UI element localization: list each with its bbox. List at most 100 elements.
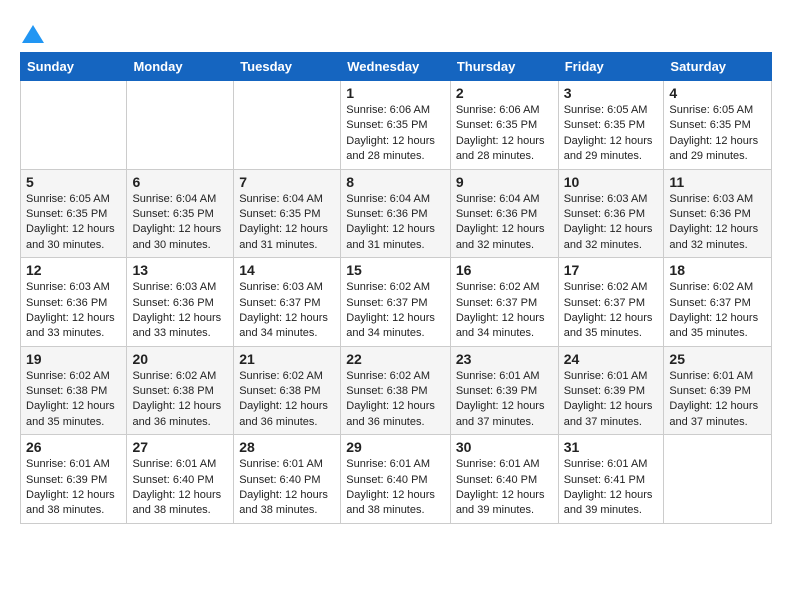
- calendar-cell: 21Sunrise: 6:02 AM Sunset: 6:38 PM Dayli…: [234, 346, 341, 435]
- day-number: 9: [456, 174, 553, 190]
- weekday-header-wednesday: Wednesday: [341, 53, 451, 81]
- calendar-week-row: 26 Sunrise: 6:01 AM Sunset: 6:39 PM Dayli…: [21, 435, 772, 524]
- day-detail: Sunrise: 6:01 AM Sunset: 6:41 PM Dayligh…: [564, 457, 659, 519]
- day-detail: Sunrise: 6:03 AM Sunset: 6:37 PM Dayligh…: [239, 280, 335, 342]
- calendar-table: SundayMondayTuesdayWednesdayThursdayFrid…: [20, 52, 772, 524]
- day-detail: Sunrise: 6:02 AM Sunset: 6:37 PM Dayligh…: [669, 280, 766, 342]
- calendar-week-row: 1 Sunrise: 6:06 AM Sunset: 6:35 PM Daylig…: [21, 81, 772, 170]
- calendar-cell: 30 Sunrise: 6:01 AM Sunset: 6:40 PM Dayli…: [450, 435, 558, 524]
- day-number: 5: [26, 174, 121, 190]
- day-number: 12: [26, 262, 121, 278]
- day-detail: Sunrise: 6:03 AM Sunset: 6:36 PM Dayligh…: [26, 280, 121, 342]
- day-number: 4: [669, 85, 766, 101]
- day-number: 23: [456, 351, 553, 367]
- calendar-cell: 3Sunrise: 6:05 AM Sunset: 6:35 PM Daylig…: [558, 81, 664, 170]
- day-detail: Sunrise: 6:01 AM Sunset: 6:39 PM Dayligh…: [669, 369, 766, 431]
- day-number: 29: [346, 439, 445, 455]
- calendar-cell: 14 Sunrise: 6:03 AM Sunset: 6:37 PM Dayli…: [234, 258, 341, 347]
- calendar-cell: 19Sunrise: 6:02 AM Sunset: 6:38 PM Dayli…: [21, 346, 127, 435]
- weekday-header-friday: Friday: [558, 53, 664, 81]
- day-number: 2: [456, 85, 553, 101]
- day-number: 19: [26, 351, 121, 367]
- calendar-cell: 18Sunrise: 6:02 AM Sunset: 6:37 PM Dayli…: [664, 258, 772, 347]
- calendar-cell: 25Sunrise: 6:01 AM Sunset: 6:39 PM Dayli…: [664, 346, 772, 435]
- day-detail: Sunrise: 6:02 AM Sunset: 6:37 PM Dayligh…: [456, 280, 553, 342]
- calendar-cell: 6 Sunrise: 6:04 AM Sunset: 6:35 PM Daylig…: [127, 169, 234, 258]
- day-number: 3: [564, 85, 659, 101]
- weekday-header-sunday: Sunday: [21, 53, 127, 81]
- calendar-cell: 20 Sunrise: 6:02 AM Sunset: 6:38 PM Dayli…: [127, 346, 234, 435]
- day-detail: Sunrise: 6:03 AM Sunset: 6:36 PM Dayligh…: [564, 192, 659, 254]
- calendar-cell: 4 Sunrise: 6:05 AM Sunset: 6:35 PM Daylig…: [664, 81, 772, 170]
- weekday-header-row: SundayMondayTuesdayWednesdayThursdayFrid…: [21, 53, 772, 81]
- day-detail: Sunrise: 6:05 AM Sunset: 6:35 PM Dayligh…: [669, 103, 766, 165]
- weekday-header-monday: Monday: [127, 53, 234, 81]
- day-detail: Sunrise: 6:01 AM Sunset: 6:40 PM Dayligh…: [239, 457, 335, 519]
- weekday-header-tuesday: Tuesday: [234, 53, 341, 81]
- calendar-cell: 12 Sunrise: 6:03 AM Sunset: 6:36 PM Dayli…: [21, 258, 127, 347]
- calendar-cell: [21, 81, 127, 170]
- calendar-header: [20, 20, 772, 42]
- calendar-week-row: 5 Sunrise: 6:05 AM Sunset: 6:35 PM Daylig…: [21, 169, 772, 258]
- day-number: 26: [26, 439, 121, 455]
- calendar-cell: 16Sunrise: 6:02 AM Sunset: 6:37 PM Dayli…: [450, 258, 558, 347]
- calendar-cell: 15Sunrise: 6:02 AM Sunset: 6:37 PM Dayli…: [341, 258, 451, 347]
- day-detail: Sunrise: 6:01 AM Sunset: 6:40 PM Dayligh…: [456, 457, 553, 519]
- day-detail: Sunrise: 6:03 AM Sunset: 6:36 PM Dayligh…: [132, 280, 228, 342]
- day-number: 1: [346, 85, 445, 101]
- day-detail: Sunrise: 6:01 AM Sunset: 6:40 PM Dayligh…: [132, 457, 228, 519]
- calendar-cell: 17 Sunrise: 6:02 AM Sunset: 6:37 PM Dayli…: [558, 258, 664, 347]
- calendar-cell: 26 Sunrise: 6:01 AM Sunset: 6:39 PM Dayli…: [21, 435, 127, 524]
- calendar-cell: 1 Sunrise: 6:06 AM Sunset: 6:35 PM Daylig…: [341, 81, 451, 170]
- day-number: 31: [564, 439, 659, 455]
- day-detail: Sunrise: 6:04 AM Sunset: 6:35 PM Dayligh…: [132, 192, 228, 254]
- day-detail: Sunrise: 6:05 AM Sunset: 6:35 PM Dayligh…: [26, 192, 121, 254]
- weekday-header-thursday: Thursday: [450, 53, 558, 81]
- calendar-cell: [127, 81, 234, 170]
- calendar-cell: [664, 435, 772, 524]
- day-number: 8: [346, 174, 445, 190]
- day-detail: Sunrise: 6:06 AM Sunset: 6:35 PM Dayligh…: [346, 103, 445, 165]
- calendar-cell: [234, 81, 341, 170]
- day-detail: Sunrise: 6:02 AM Sunset: 6:38 PM Dayligh…: [346, 369, 445, 431]
- day-number: 24: [564, 351, 659, 367]
- calendar-cell: 10 Sunrise: 6:03 AM Sunset: 6:36 PM Dayli…: [558, 169, 664, 258]
- day-number: 28: [239, 439, 335, 455]
- day-detail: Sunrise: 6:01 AM Sunset: 6:39 PM Dayligh…: [26, 457, 121, 519]
- calendar-cell: 28 Sunrise: 6:01 AM Sunset: 6:40 PM Dayli…: [234, 435, 341, 524]
- day-number: 17: [564, 262, 659, 278]
- day-detail: Sunrise: 6:02 AM Sunset: 6:38 PM Dayligh…: [239, 369, 335, 431]
- calendar-cell: 8Sunrise: 6:04 AM Sunset: 6:36 PM Daylig…: [341, 169, 451, 258]
- calendar-cell: 9 Sunrise: 6:04 AM Sunset: 6:36 PM Daylig…: [450, 169, 558, 258]
- logo-arrow-icon: [22, 25, 44, 43]
- day-detail: Sunrise: 6:02 AM Sunset: 6:37 PM Dayligh…: [564, 280, 659, 342]
- calendar-cell: 11Sunrise: 6:03 AM Sunset: 6:36 PM Dayli…: [664, 169, 772, 258]
- calendar-cell: 5 Sunrise: 6:05 AM Sunset: 6:35 PM Daylig…: [21, 169, 127, 258]
- calendar-cell: 7 Sunrise: 6:04 AM Sunset: 6:35 PM Daylig…: [234, 169, 341, 258]
- calendar-cell: 24 Sunrise: 6:01 AM Sunset: 6:39 PM Dayli…: [558, 346, 664, 435]
- day-number: 13: [132, 262, 228, 278]
- weekday-header-saturday: Saturday: [664, 53, 772, 81]
- day-detail: Sunrise: 6:01 AM Sunset: 6:39 PM Dayligh…: [456, 369, 553, 431]
- calendar-cell: 22Sunrise: 6:02 AM Sunset: 6:38 PM Dayli…: [341, 346, 451, 435]
- day-detail: Sunrise: 6:04 AM Sunset: 6:35 PM Dayligh…: [239, 192, 335, 254]
- day-detail: Sunrise: 6:01 AM Sunset: 6:39 PM Dayligh…: [564, 369, 659, 431]
- day-detail: Sunrise: 6:04 AM Sunset: 6:36 PM Dayligh…: [456, 192, 553, 254]
- day-number: 30: [456, 439, 553, 455]
- calendar-cell: 31 Sunrise: 6:01 AM Sunset: 6:41 PM Dayli…: [558, 435, 664, 524]
- calendar-cell: 27Sunrise: 6:01 AM Sunset: 6:40 PM Dayli…: [127, 435, 234, 524]
- calendar-cell: 29 Sunrise: 6:01 AM Sunset: 6:40 PM Dayli…: [341, 435, 451, 524]
- day-detail: Sunrise: 6:01 AM Sunset: 6:40 PM Dayligh…: [346, 457, 445, 519]
- day-detail: Sunrise: 6:06 AM Sunset: 6:35 PM Dayligh…: [456, 103, 553, 165]
- calendar-week-row: 19 Sunrise: 6:02 AM Sunset: 6:38 PM Dayli…: [21, 346, 772, 435]
- day-number: 14: [239, 262, 335, 278]
- day-detail: Sunrise: 6:02 AM Sunset: 6:37 PM Dayligh…: [346, 280, 445, 342]
- day-detail: Sunrise: 6:02 AM Sunset: 6:38 PM Dayligh…: [132, 369, 228, 431]
- day-number: 20: [132, 351, 228, 367]
- calendar-cell: 2 Sunrise: 6:06 AM Sunset: 6:35 PM Daylig…: [450, 81, 558, 170]
- logo-text: [20, 20, 46, 46]
- day-number: 10: [564, 174, 659, 190]
- day-number: 7: [239, 174, 335, 190]
- day-number: 6: [132, 174, 228, 190]
- calendar-container: SundayMondayTuesdayWednesdayThursdayFrid…: [0, 0, 792, 534]
